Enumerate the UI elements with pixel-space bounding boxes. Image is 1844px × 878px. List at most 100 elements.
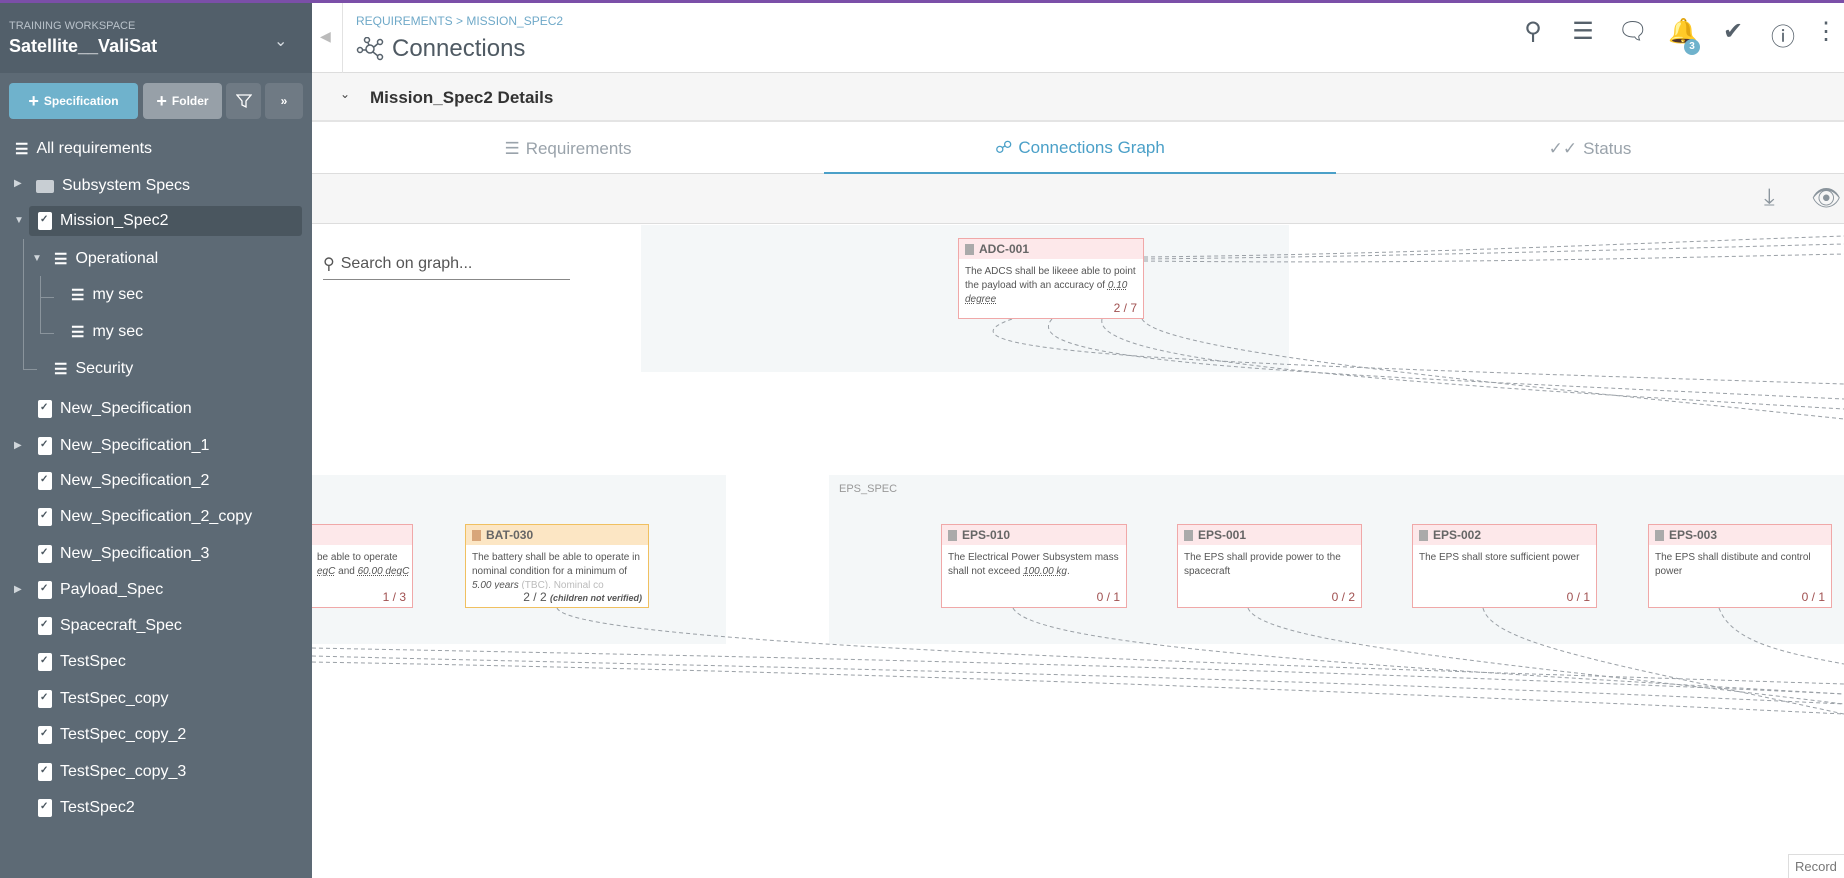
checklist-icon[interactable]: ☰ (1558, 17, 1608, 52)
sidebar-item-new-specification-3[interactable]: New_Specification_3 (38, 539, 209, 569)
tab-status[interactable]: ✓✓ Status (1336, 124, 1844, 174)
sidebar-item-spacecraft-spec[interactable]: Spacecraft_Spec (38, 611, 182, 641)
sidebar-item-testspec-copy-2[interactable]: TestSpec_copy_2 (38, 720, 186, 750)
help-icon[interactable]: ⓘ (1758, 17, 1808, 52)
bell-icon[interactable]: 🔔 3 (1658, 17, 1708, 55)
tab-connections-graph[interactable]: ☍ Connections Graph (824, 124, 1336, 174)
item-label: Mission_Spec2 (60, 212, 169, 229)
tab-requirements[interactable]: ☰ Requirements (312, 124, 824, 174)
sidebar-item-new-specification-1[interactable]: New_Specification_1 (38, 431, 209, 461)
item-label: Subsystem Specs (62, 177, 191, 194)
sidebar-item-my-sec[interactable]: ☰ my sec (71, 317, 143, 347)
collapse-arrow-icon[interactable]: ▼ (32, 253, 42, 264)
specification-icon (38, 690, 52, 708)
node-value: 60.00 degC (357, 566, 410, 577)
page-title: Connections (356, 35, 525, 63)
button-label: Folder (171, 94, 209, 108)
node-count: 0 / 1 (1801, 590, 1825, 604)
item-label: New_Specification (60, 400, 192, 417)
node-count: 2 / 7 (1113, 301, 1137, 315)
requirement-node-partial[interactable]: be able to operate egC and 60.00 degC 1 /… (312, 524, 413, 608)
workspace-name: Satellite__ValiSat (9, 36, 158, 56)
node-text: (TBC). Nominal co (518, 580, 604, 589)
more-vertical-icon[interactable]: ⋮ (1808, 17, 1844, 52)
chevron-down-icon[interactable]: ⌄ (340, 87, 350, 101)
node-id: BAT-030 (486, 528, 534, 542)
node-id: EPS-003 (1669, 528, 1718, 542)
sidebar-item-all-requirements[interactable]: ☰ All requirements (15, 134, 152, 164)
item-label: New_Specification_1 (60, 437, 210, 454)
specification-icon (38, 581, 52, 599)
add-folder-button[interactable]: + Folder (143, 83, 222, 119)
specification-icon (38, 799, 52, 817)
sidebar-item-testspec-copy-3[interactable]: TestSpec_copy_3 (38, 757, 186, 787)
document-icon (472, 529, 481, 541)
item-label: TestSpec_copy (60, 690, 169, 707)
connections-graph[interactable]: EPS_SPEC ⚲ Search on graph... ADC-001 The… (312, 224, 1844, 878)
node-value: 100.00 kg (1023, 566, 1067, 577)
expand-arrow-icon[interactable]: ▶ (14, 178, 22, 189)
item-label: Spacecraft_Spec (60, 617, 182, 634)
sidebar-item-payload-spec[interactable]: Payload_Spec (38, 575, 163, 605)
collapse-sidebar-icon[interactable]: ◀ (320, 28, 331, 45)
tab-label: Requirements (525, 139, 632, 158)
list-icon: ☰ (71, 324, 85, 341)
details-bar[interactable]: ⌄ Mission_Spec2 Details (312, 73, 1844, 122)
sidebar-item-testspec[interactable]: TestSpec (38, 647, 126, 677)
document-icon (965, 243, 974, 255)
node-id: EPS-010 (962, 528, 1011, 542)
sidebar-item-testspec2[interactable]: TestSpec2 (38, 793, 135, 823)
requirement-node-adc-001[interactable]: ADC-001 The ADCS shall be likeee able to… (958, 238, 1144, 319)
sidebar-item-my-sec[interactable]: ☰ my sec (71, 280, 143, 310)
node-id: ADC-001 (979, 242, 1030, 256)
sidebar-item-new-specification[interactable]: New_Specification (38, 394, 192, 424)
requirement-node-eps-002[interactable]: EPS-002 The EPS shall store sufficient p… (1412, 524, 1597, 608)
requirement-node-eps-003[interactable]: EPS-003 The EPS shall distibute and cont… (1648, 524, 1832, 608)
linked-specification-icon (38, 763, 52, 781)
node-value: egC (317, 566, 336, 577)
sidebar-item-new-specification-2-copy[interactable]: New_Specification_2_copy (38, 502, 252, 532)
sidebar-item-subsystem-specs[interactable]: Subsystem Specs (36, 171, 190, 201)
specification-icon (38, 472, 52, 490)
sidebar-item-security[interactable]: ☰ Security (54, 354, 133, 384)
sidebar-item-new-specification-2[interactable]: New_Specification_2 (38, 466, 209, 496)
tab-label: Connections Graph (1018, 138, 1165, 157)
collapse-arrow-icon[interactable]: ▼ (14, 215, 24, 226)
requirement-node-eps-001[interactable]: EPS-001 The EPS shall provide power to t… (1177, 524, 1362, 608)
item-label: my sec (92, 323, 144, 340)
node-text: . (1067, 566, 1070, 577)
item-label: TestSpec (60, 653, 126, 670)
filter-button[interactable] (226, 83, 261, 119)
expand-all-button[interactable]: » (265, 83, 303, 119)
breadcrumb[interactable]: REQUIREMENTS > MISSION_SPEC2 (356, 14, 563, 28)
double-chevron-down-icon: » (280, 94, 288, 108)
add-specification-button[interactable]: + Specification (9, 83, 138, 119)
folder-icon (36, 179, 54, 193)
expand-arrow-icon[interactable]: ▶ (14, 584, 22, 595)
download-icon[interactable]: ⤓ (1764, 184, 1775, 212)
item-label: New_Specification_2_copy (60, 508, 253, 525)
sidebar-item-mission-spec2[interactable]: Mission_Spec2 (29, 206, 302, 236)
comments-icon[interactable]: 🗨 (1608, 17, 1658, 52)
requirement-node-bat-030[interactable]: BAT-030 The battery shall be able to ope… (465, 524, 649, 608)
verified-badge-icon[interactable]: ✔ (1708, 17, 1758, 52)
specification-icon (38, 508, 52, 526)
workspace-selector[interactable]: TRAINING WORKSPACE Satellite__ValiSat ⌄ (0, 3, 312, 73)
eye-icon[interactable]: 👁 (1811, 184, 1841, 213)
node-text: be able to operate (317, 552, 398, 563)
record-button[interactable]: Record (1788, 854, 1844, 878)
search-icon[interactable]: ⚲ (1508, 17, 1558, 52)
sidebar-item-operational[interactable]: ☰ Operational (54, 244, 158, 274)
requirement-node-eps-010[interactable]: EPS-010 The Electrical Power Subsystem m… (941, 524, 1127, 608)
expand-arrow-icon[interactable]: ▶ (14, 440, 22, 451)
tab-label: Status (1583, 139, 1632, 158)
sidebar-item-testspec-copy[interactable]: TestSpec_copy (38, 684, 169, 714)
specification-icon (38, 545, 52, 563)
graph-search-input[interactable]: ⚲ Search on graph... (323, 249, 570, 280)
chevron-down-icon[interactable]: ⌄ (274, 31, 287, 51)
item-label: New_Specification_2 (60, 472, 210, 489)
node-text: The battery shall be able to operate in … (472, 552, 640, 577)
node-id: EPS-002 (1433, 528, 1482, 542)
button-label: Specification (43, 94, 119, 108)
specification-icon (38, 400, 52, 418)
